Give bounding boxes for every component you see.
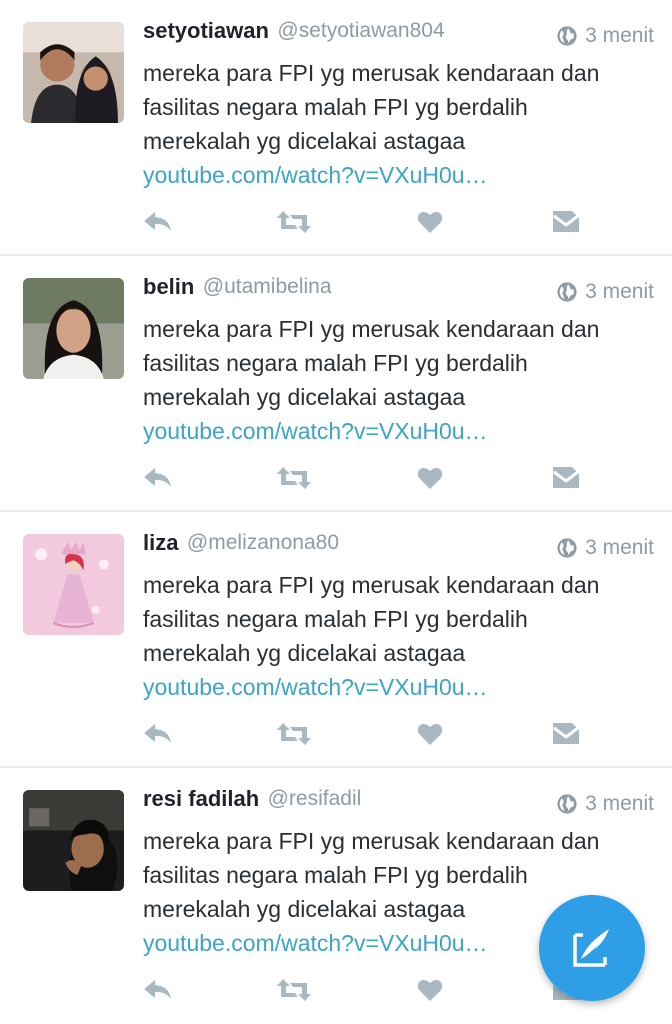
heart-icon bbox=[417, 211, 443, 233]
tweet-text: mereka para FPI yg merusak kendaraan dan… bbox=[143, 60, 600, 154]
tweet-text: mereka para FPI yg merusak kendaraan dan… bbox=[143, 572, 600, 666]
direct-message-button[interactable] bbox=[546, 202, 586, 242]
retweet-icon bbox=[277, 723, 311, 745]
retweet-icon bbox=[277, 211, 311, 233]
compose-tweet-button[interactable] bbox=[539, 895, 645, 1001]
tweet-link[interactable]: youtube.com/watch?v=VXuH0u… bbox=[143, 414, 488, 448]
heart-icon bbox=[417, 979, 443, 1001]
envelope-icon bbox=[553, 211, 579, 232]
tweet-card[interactable]: liza @melizanona80 3 menit mereka para F… bbox=[0, 512, 672, 768]
avatar[interactable] bbox=[23, 534, 124, 635]
direct-message-button[interactable] bbox=[546, 458, 586, 498]
tweet-actions bbox=[0, 714, 672, 754]
reply-icon bbox=[144, 980, 171, 999]
user-name[interactable]: resi fadilah bbox=[143, 786, 259, 811]
tweet-header: setyotiawan @setyotiawan804 3 menit bbox=[143, 18, 654, 54]
user-handle[interactable]: @utamibelina bbox=[203, 275, 332, 298]
reply-button[interactable] bbox=[138, 714, 178, 754]
timestamp: 3 menit bbox=[556, 530, 654, 566]
user-name[interactable]: setyotiawan bbox=[143, 18, 269, 43]
retweet-button[interactable] bbox=[274, 458, 314, 498]
globe-icon bbox=[557, 538, 577, 558]
retweet-icon bbox=[277, 979, 311, 1001]
timestamp: 3 menit bbox=[556, 786, 654, 822]
like-button[interactable] bbox=[410, 202, 450, 242]
timestamp: 3 menit bbox=[556, 274, 654, 310]
tweet-header: belin @utamibelina 3 menit bbox=[143, 274, 654, 310]
tweet-time: 3 menit bbox=[585, 24, 654, 47]
tweet-link[interactable]: youtube.com/watch?v=VXuH0u… bbox=[143, 926, 488, 960]
envelope-icon bbox=[553, 467, 579, 488]
reply-icon bbox=[144, 724, 171, 743]
tweet-header: liza @melizanona80 3 menit bbox=[143, 530, 654, 566]
like-button[interactable] bbox=[410, 970, 450, 1010]
timestamp: 3 menit bbox=[556, 18, 654, 54]
tweet-time: 3 menit bbox=[585, 536, 654, 559]
timeline: setyotiawan @setyotiawan804 3 menit mere… bbox=[0, 0, 672, 1024]
globe-icon bbox=[557, 282, 577, 302]
tweet-link[interactable]: youtube.com/watch?v=VXuH0u… bbox=[143, 670, 488, 704]
avatar[interactable] bbox=[23, 22, 124, 123]
like-button[interactable] bbox=[410, 714, 450, 754]
reply-icon bbox=[144, 468, 171, 487]
user-handle[interactable]: @melizanona80 bbox=[187, 531, 339, 554]
globe-icon bbox=[557, 26, 577, 46]
tweet-time: 3 menit bbox=[585, 792, 654, 815]
like-button[interactable] bbox=[410, 458, 450, 498]
tweet-card[interactable]: setyotiawan @setyotiawan804 3 menit mere… bbox=[0, 0, 672, 256]
reply-button[interactable] bbox=[138, 970, 178, 1010]
compose-icon bbox=[573, 929, 609, 967]
user-handle[interactable]: @setyotiawan804 bbox=[277, 19, 444, 42]
globe-icon bbox=[557, 794, 577, 814]
heart-icon bbox=[417, 467, 443, 489]
reply-button[interactable] bbox=[138, 458, 178, 498]
reply-button[interactable] bbox=[138, 202, 178, 242]
tweet-time: 3 menit bbox=[585, 280, 654, 303]
user-handle[interactable]: @resifadil bbox=[268, 787, 362, 810]
retweet-button[interactable] bbox=[274, 202, 314, 242]
retweet-icon bbox=[277, 467, 311, 489]
retweet-button[interactable] bbox=[274, 970, 314, 1010]
tweet-actions bbox=[0, 458, 672, 498]
user-name[interactable]: belin bbox=[143, 274, 194, 299]
heart-icon bbox=[417, 723, 443, 745]
reply-icon bbox=[144, 212, 171, 231]
direct-message-button[interactable] bbox=[546, 714, 586, 754]
tweet-text: mereka para FPI yg merusak kendaraan dan… bbox=[143, 316, 600, 410]
user-name[interactable]: liza bbox=[143, 530, 178, 555]
envelope-icon bbox=[553, 723, 579, 744]
avatar[interactable] bbox=[23, 790, 124, 891]
tweet-header: resi fadilah @resifadil 3 menit bbox=[143, 786, 654, 822]
tweet-card[interactable]: belin @utamibelina 3 menit mereka para F… bbox=[0, 256, 672, 512]
avatar[interactable] bbox=[23, 278, 124, 379]
tweet-actions bbox=[0, 202, 672, 242]
retweet-button[interactable] bbox=[274, 714, 314, 754]
tweet-link[interactable]: youtube.com/watch?v=VXuH0u… bbox=[143, 158, 488, 192]
